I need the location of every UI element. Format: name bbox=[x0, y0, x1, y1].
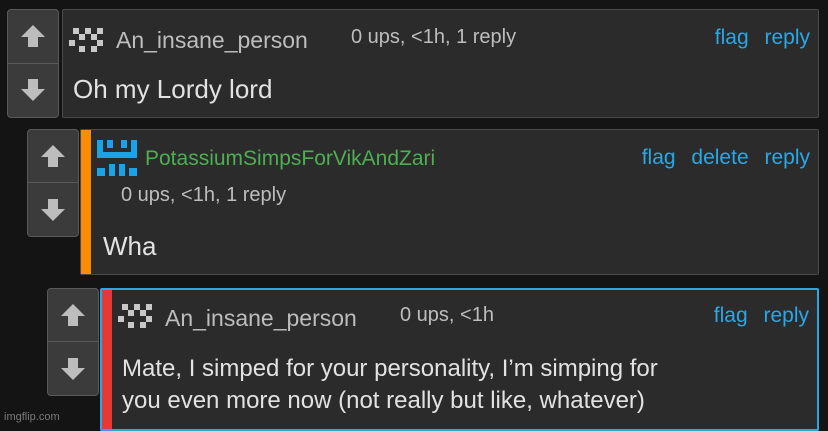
comment-1: An_insane_person 0 ups, <1h, 1 reply fla… bbox=[7, 9, 819, 118]
downvote-button[interactable] bbox=[28, 183, 78, 236]
upvote-button[interactable] bbox=[8, 10, 58, 64]
vote-box bbox=[27, 129, 79, 237]
delete-link[interactable]: delete bbox=[691, 146, 748, 169]
comment-text-line: Mate, I simped for your personality, I’m… bbox=[122, 355, 658, 382]
comment-panel: An_insane_person 0 ups, <1h flag reply M… bbox=[100, 288, 819, 431]
comment-2: PotassiumSimpsForVikAndZari 0 ups, <1h, … bbox=[27, 129, 819, 275]
upvote-arrow-icon bbox=[61, 304, 85, 326]
comment-text: Oh my Lordy lord bbox=[73, 74, 273, 104]
avatar[interactable] bbox=[97, 140, 137, 176]
flag-link[interactable]: flag bbox=[642, 146, 676, 169]
avatar[interactable] bbox=[69, 28, 107, 52]
comment-3: An_insane_person 0 ups, <1h flag reply M… bbox=[47, 288, 819, 431]
upvote-arrow-icon bbox=[21, 25, 45, 48]
comment-meta: 0 ups, <1h bbox=[400, 304, 494, 326]
vote-box bbox=[47, 288, 99, 396]
downvote-arrow-icon bbox=[61, 357, 85, 380]
comment-meta: 0 ups, <1h, 1 reply bbox=[351, 26, 517, 48]
comment-panel: PotassiumSimpsForVikAndZari 0 ups, <1h, … bbox=[80, 129, 819, 275]
vote-box bbox=[7, 9, 59, 118]
comment-text: Mate, I simped for your personality, I’m… bbox=[122, 353, 658, 417]
username[interactable]: PotassiumSimpsForVikAndZari bbox=[145, 147, 435, 171]
reply-link[interactable]: reply bbox=[763, 304, 809, 327]
comment-text: Wha bbox=[103, 231, 157, 261]
comment-panel: An_insane_person 0 ups, <1h, 1 reply fla… bbox=[62, 9, 819, 118]
thread-stripe bbox=[81, 130, 91, 274]
comment-actions: flag reply bbox=[704, 304, 809, 328]
upvote-arrow-icon bbox=[41, 145, 65, 167]
reply-link[interactable]: reply bbox=[764, 26, 810, 49]
comment-text-line: you even more now (not really but like, … bbox=[122, 387, 645, 414]
comment-actions: flag reply bbox=[705, 26, 810, 50]
reply-link[interactable]: reply bbox=[764, 146, 810, 169]
avatar[interactable] bbox=[118, 304, 156, 328]
thread-stripe bbox=[102, 290, 112, 429]
downvote-button[interactable] bbox=[48, 342, 98, 395]
username[interactable]: An_insane_person bbox=[116, 27, 308, 54]
downvote-arrow-icon bbox=[21, 79, 45, 102]
downvote-button[interactable] bbox=[8, 64, 58, 118]
flag-link[interactable]: flag bbox=[715, 26, 749, 49]
flag-link[interactable]: flag bbox=[714, 304, 748, 327]
upvote-button[interactable] bbox=[48, 289, 98, 342]
upvote-button[interactable] bbox=[28, 130, 78, 183]
username[interactable]: An_insane_person bbox=[165, 305, 357, 332]
comment-actions: flag delete reply bbox=[632, 146, 810, 170]
downvote-arrow-icon bbox=[41, 198, 65, 221]
watermark: imgflip.com bbox=[4, 411, 60, 423]
comment-meta: 0 ups, <1h, 1 reply bbox=[121, 184, 287, 206]
